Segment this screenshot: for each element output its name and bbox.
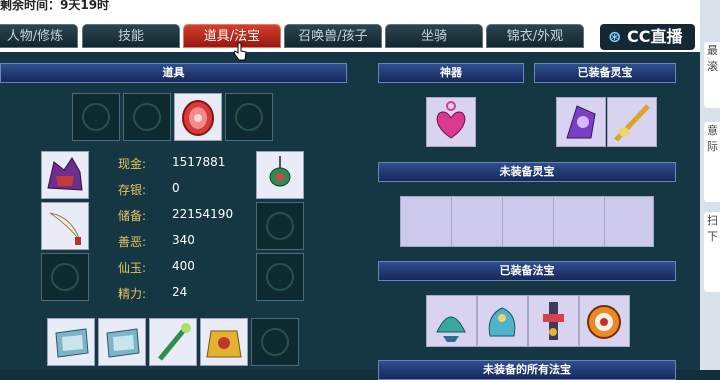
golden-sword-icon[interactable] [607, 97, 657, 147]
fire-drum-icon[interactable] [579, 295, 630, 347]
main-panel: 道具 现金: 1517881 存银: 0 储备: 22154190 善恶: 34… [0, 52, 700, 380]
jade-value: 400 [172, 259, 195, 273]
empty-slot-icon[interactable] [72, 93, 120, 141]
heart-pendant-icon[interactable] [426, 97, 476, 147]
reserve-value: 22154190 [172, 207, 234, 221]
empty-slot-icon[interactable] [123, 93, 171, 141]
unequipped-spirit-header: 未装备灵宝 [378, 162, 676, 182]
jade-label: 仙玉: [118, 261, 147, 275]
cash-value: 1517881 [172, 155, 226, 169]
empty-slot-icon[interactable] [256, 202, 304, 250]
tab-skills[interactable]: 技能 [82, 24, 180, 48]
bell-tower-icon[interactable] [528, 295, 579, 347]
golden-armor-icon[interactable] [200, 318, 248, 366]
grid-divider [553, 197, 554, 246]
sidebar-card-3-text: 扫 下 [707, 214, 718, 243]
jade-staff-icon[interactable] [149, 318, 197, 366]
equipped-spirit-header: 已装备灵宝 [534, 63, 676, 83]
tab-character[interactable]: 人物/修炼 [0, 24, 78, 48]
empty-slot-icon[interactable] [256, 253, 304, 301]
top-strip: 剩余时间：9天19时 [0, 0, 720, 20]
armor-icon[interactable] [47, 318, 95, 366]
armor-icon[interactable] [98, 318, 146, 366]
all-treasures-header: 未装备的所有法宝 [378, 360, 676, 380]
tab-outfit[interactable]: 锦衣/外观 [486, 24, 584, 48]
sidebar-card-1[interactable]: 最 滚 [704, 42, 720, 108]
sidebar-card-1-text: 最 滚 [707, 44, 718, 73]
blue-dragon-icon[interactable] [477, 295, 528, 347]
tab-summons[interactable]: 召唤兽/孩子 [284, 24, 382, 48]
energy-label: 精力: [118, 287, 147, 301]
equipped-treasure-header: 已装备法宝 [378, 261, 676, 281]
purple-mirror-icon[interactable] [556, 97, 606, 147]
empty-slot-icon[interactable] [41, 253, 89, 301]
sidebar-card-3[interactable]: 扫 下 [704, 212, 720, 292]
energy-value: 24 [172, 285, 188, 299]
karma-label: 善恶: [118, 235, 147, 249]
remaining-time-text: 剩余时间：9天19时 [0, 0, 110, 12]
grid-divider [502, 197, 503, 246]
watermark-text: CC直播 [626, 27, 683, 46]
empty-slot-icon[interactable] [251, 318, 299, 366]
artifact-header: 神器 [378, 63, 524, 83]
unequipped-spirit-grid [400, 196, 654, 247]
sidebar-card-2[interactable]: 意 际 [704, 122, 720, 202]
jade-pendant-icon[interactable] [256, 151, 304, 199]
cc-live-watermark: ⊛ CC直播 [600, 24, 695, 50]
lotus-icon[interactable] [426, 295, 477, 347]
cash-label: 现金: [118, 157, 147, 171]
sidebar-card-2-text: 意 际 [707, 124, 718, 153]
savings-value: 0 [172, 181, 180, 195]
savings-label: 存银: [118, 183, 147, 197]
empty-slot-icon[interactable] [225, 93, 273, 141]
tab-mount[interactable]: 坐骑 [385, 24, 483, 48]
dragon-helmet-icon[interactable] [41, 151, 89, 199]
reserve-label: 储备: [118, 209, 147, 223]
items-header: 道具 [0, 63, 347, 83]
grid-divider [451, 197, 452, 246]
mouse-cursor-icon [233, 42, 247, 66]
grid-divider [604, 197, 605, 246]
karma-value: 340 [172, 233, 195, 247]
tab-items[interactable]: 道具/法宝 [183, 24, 281, 48]
red-gem-icon[interactable] [174, 93, 222, 141]
tab-bar: 人物/修炼 技能 道具/法宝 召唤兽/孩子 坐骑 锦衣/外观 ⊛ CC直播 [0, 20, 700, 52]
curved-blade-icon[interactable] [41, 202, 89, 250]
